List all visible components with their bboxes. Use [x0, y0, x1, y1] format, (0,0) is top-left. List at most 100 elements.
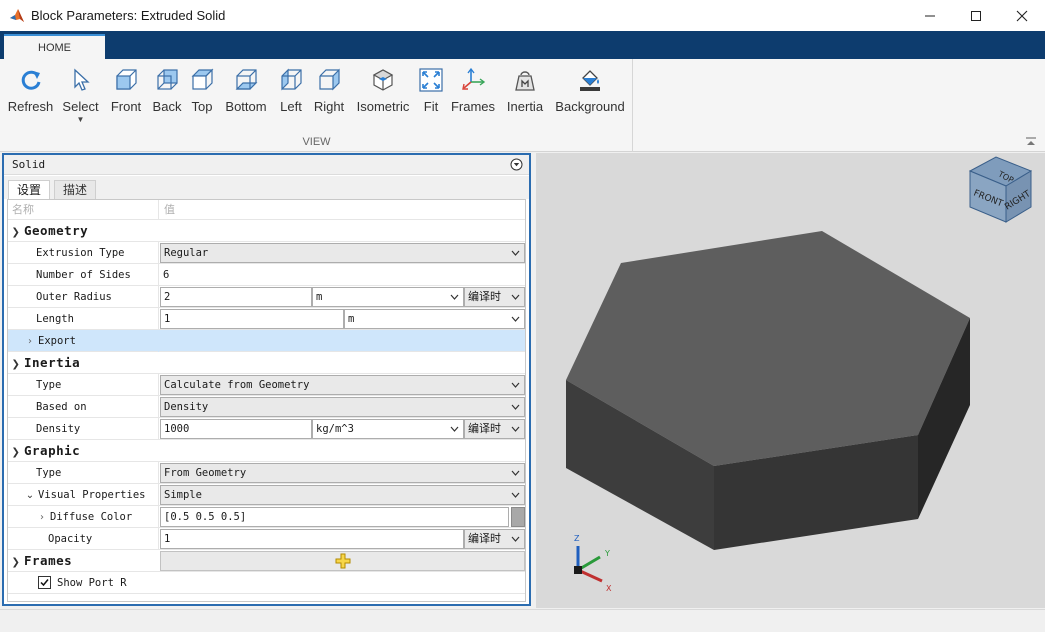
panel-header: Solid: [4, 155, 529, 175]
diffuse-color-input[interactable]: [0.5 0.5 0.5]: [160, 507, 509, 527]
based-on-dropdown[interactable]: Density: [160, 397, 525, 417]
top-view-button[interactable]: Top: [188, 67, 216, 127]
panel-title: Solid: [12, 158, 46, 171]
density-unit-dropdown[interactable]: kg/m^3: [312, 419, 464, 439]
isometric-view-icon: [372, 69, 394, 91]
outer-radius-unit-dropdown[interactable]: m: [312, 287, 464, 307]
panel-tabs: 设置 描述: [4, 176, 529, 199]
chevron-down-icon: [511, 294, 520, 300]
chevron-right-icon[interactable]: ›: [34, 507, 50, 529]
left-view-icon: [281, 68, 302, 91]
title-bar: Block Parameters: Extruded Solid: [0, 0, 1045, 31]
row-opacity: Opacity 1 编译时: [8, 528, 525, 550]
minimize-button[interactable]: [907, 0, 953, 31]
refresh-icon: [21, 70, 40, 90]
row-based-on: Based on Density: [8, 396, 525, 418]
row-export[interactable]: › Export: [8, 330, 525, 352]
chevron-down-icon: [511, 316, 520, 322]
chevron-down-icon: ❯: [11, 227, 21, 238]
outer-radius-eval-dropdown[interactable]: 编译时: [464, 287, 525, 307]
row-extrusion-type: Extrusion Type Regular: [8, 242, 525, 264]
chevron-down-icon: [511, 492, 520, 498]
chevron-down-icon: [511, 404, 520, 410]
close-button[interactable]: [999, 0, 1045, 31]
chevron-down-icon: [511, 250, 520, 256]
view-group-label: VIEW: [302, 136, 331, 148]
opacity-eval-dropdown[interactable]: 编译时: [464, 529, 525, 549]
graphic-type-dropdown[interactable]: From Geometry: [160, 463, 525, 483]
section-inertia[interactable]: ❯ Inertia: [8, 352, 525, 374]
density-input[interactable]: 1000: [160, 419, 312, 439]
column-header-name: 名称: [8, 200, 159, 220]
axis-x-label: X: [606, 584, 612, 593]
chevron-down-icon[interactable]: ⌄: [22, 485, 38, 507]
background-button[interactable]: Background: [553, 67, 627, 127]
outer-radius-input[interactable]: 2: [160, 287, 312, 307]
3d-viewer[interactable]: TOP FRONT RIGHT Z Y X: [536, 153, 1045, 608]
section-frames[interactable]: ❯ Frames: [8, 550, 525, 572]
extrusion-type-dropdown[interactable]: Regular: [160, 243, 525, 263]
inertia-type-dropdown[interactable]: Calculate from Geometry: [160, 375, 525, 395]
collapse-ribbon-icon[interactable]: [1025, 137, 1037, 147]
left-view-button[interactable]: Left: [277, 67, 305, 127]
view-group: Refresh Select ▼ Front Back Top Bottom L…: [0, 59, 633, 152]
tab-home[interactable]: HOME: [4, 34, 105, 59]
row-density: Density 1000 kg/m^3 编译时: [8, 418, 525, 440]
opacity-input[interactable]: 1: [160, 529, 464, 549]
right-view-button[interactable]: Right: [312, 67, 346, 127]
maximize-button[interactable]: [953, 0, 999, 31]
tab-description[interactable]: 描述: [54, 180, 97, 199]
front-view-icon: [116, 69, 137, 90]
matlab-logo-icon: [10, 8, 24, 22]
chevron-down-icon: [511, 382, 520, 388]
back-view-icon: [157, 69, 178, 90]
window-title: Block Parameters: Extruded Solid: [31, 8, 226, 23]
front-view-button[interactable]: Front: [108, 67, 144, 127]
minimize-icon: [925, 15, 935, 16]
chevron-right-icon: ›: [28, 336, 32, 347]
right-view-icon: [319, 68, 340, 91]
row-diffuse-color: › Diffuse Color [0.5 0.5 0.5]: [8, 506, 525, 528]
color-swatch[interactable]: [511, 507, 525, 527]
add-frame-button[interactable]: [160, 551, 525, 571]
back-view-button[interactable]: Back: [150, 67, 184, 127]
chevron-down-icon: [511, 536, 520, 542]
bottom-view-icon: [235, 69, 258, 90]
density-eval-dropdown[interactable]: 编译时: [464, 419, 525, 439]
inertia-button[interactable]: Inertia: [504, 67, 546, 127]
column-header-value: 值: [164, 203, 175, 216]
chevron-down-icon: ❯: [11, 359, 21, 370]
fit-icon: [419, 68, 443, 92]
axis-y-label: Y: [604, 549, 610, 558]
fit-button[interactable]: Fit: [419, 67, 443, 127]
status-bar: [0, 609, 1045, 632]
visual-properties-dropdown[interactable]: Simple: [160, 485, 525, 505]
chevron-down-icon: [450, 294, 459, 300]
parameter-table: 名称 值 ❯ Geometry Extrusion Type Regular Nu…: [7, 199, 526, 602]
row-show-port-r: Show Port R: [8, 572, 525, 594]
maximize-icon: [971, 10, 981, 21]
row-inertia-type: Type Calculate from Geometry: [8, 374, 525, 396]
bottom-view-button[interactable]: Bottom: [223, 67, 269, 127]
3d-scene[interactable]: TOP FRONT RIGHT Z Y X: [536, 153, 1045, 608]
section-graphic[interactable]: ❯ Graphic: [8, 440, 525, 462]
number-of-sides-value[interactable]: 6: [163, 264, 169, 286]
row-number-of-sides: Number of Sides 6: [8, 264, 525, 286]
tab-settings[interactable]: 设置: [8, 180, 51, 199]
checkmark-icon: [40, 578, 49, 586]
row-length: Length 1 m: [8, 308, 525, 330]
row-graphic-type: Type From Geometry: [8, 462, 525, 484]
view-cube[interactable]: TOP FRONT RIGHT: [968, 156, 1033, 223]
show-port-r-checkbox[interactable]: [38, 575, 51, 589]
isometric-view-button[interactable]: Isometric: [355, 67, 411, 127]
refresh-button[interactable]: Refresh: [8, 67, 53, 127]
length-input[interactable]: 1: [160, 309, 344, 329]
chevron-down-circle-icon[interactable]: [510, 158, 523, 171]
section-geometry[interactable]: ❯ Geometry: [8, 220, 525, 242]
length-unit-dropdown[interactable]: m: [344, 309, 525, 329]
background-paint-icon: [580, 70, 600, 91]
frames-icon: [462, 67, 486, 90]
select-button[interactable]: Select ▼: [60, 67, 101, 127]
frames-button[interactable]: Frames: [451, 67, 495, 127]
chevron-down-icon: ❯: [11, 447, 21, 458]
